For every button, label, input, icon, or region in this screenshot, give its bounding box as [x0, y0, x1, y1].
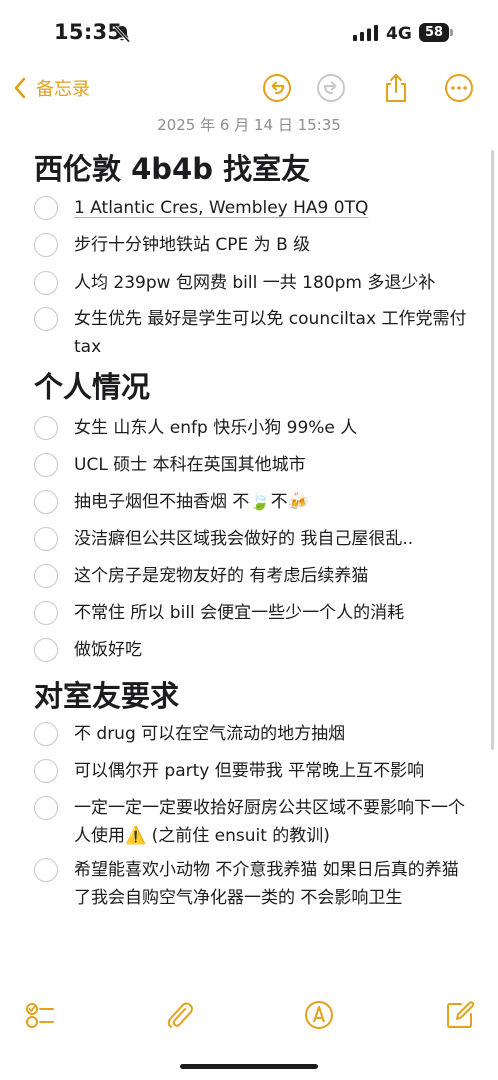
- chevron-left-icon: [14, 77, 26, 99]
- checkbox[interactable]: [34, 196, 58, 220]
- checkbox[interactable]: [34, 527, 58, 551]
- list-item-text[interactable]: 人均 239pw 包网费 bill 一共 180pm 多退少补: [74, 269, 474, 297]
- checkbox[interactable]: [34, 490, 58, 514]
- list-item-text[interactable]: 女生优先 最好是学生可以免 counciltax 工作党需付 tax: [74, 305, 474, 361]
- checkbox[interactable]: [34, 796, 58, 820]
- network-type: 4G: [386, 24, 412, 44]
- more-icon[interactable]: [443, 72, 475, 104]
- bell-slash-icon: [113, 25, 131, 43]
- list-item-text[interactable]: 不 drug 可以在空气流动的地方抽烟: [74, 720, 474, 748]
- nav-bar: 备忘录: [0, 68, 498, 110]
- list-item-text[interactable]: 希望能喜欢小动物 不介意我养猫 如果日后真的养猫了我会自购空气净化器一类的 不会…: [74, 856, 474, 912]
- status-bar: 15:35 4G 58: [0, 0, 498, 68]
- battery-level: 58: [419, 23, 449, 42]
- list-item-text[interactable]: 抽电子烟但不抽香烟 不🍃不🍻: [74, 488, 474, 516]
- signal-icon: [353, 25, 378, 41]
- list-item-text[interactable]: 做饭好吃: [74, 636, 474, 664]
- checkbox[interactable]: [34, 759, 58, 783]
- checkbox[interactable]: [34, 722, 58, 746]
- bottom-toolbar: [0, 995, 498, 1035]
- list-item-text[interactable]: 这个房子是宠物友好的 有考虑后续养猫: [74, 562, 474, 590]
- checkbox[interactable]: [34, 307, 58, 331]
- list-item-text[interactable]: 不常住 所以 bill 会便宜一些少一个人的消耗: [74, 599, 474, 627]
- markup-pen-icon[interactable]: [303, 999, 335, 1031]
- checkbox[interactable]: [34, 858, 58, 882]
- list-item-text[interactable]: 没洁癖但公共区域我会做好的 我自己屋很乱..: [74, 525, 474, 553]
- section-heading[interactable]: 个人情况: [34, 364, 150, 406]
- checkbox[interactable]: [34, 271, 58, 295]
- note-title[interactable]: 西伦敦 4b4b 找室友: [34, 146, 310, 188]
- battery-icon: 58: [419, 23, 453, 42]
- scrollbar[interactable]: [491, 150, 494, 750]
- checkbox[interactable]: [34, 638, 58, 662]
- checkbox[interactable]: [34, 453, 58, 477]
- checkbox[interactable]: [34, 601, 58, 625]
- undo-icon[interactable]: [261, 72, 293, 104]
- checkbox[interactable]: [34, 233, 58, 257]
- paperclip-icon[interactable]: [163, 999, 195, 1031]
- list-item-text[interactable]: 一定一定一定要收拾好厨房公共区域不要影响下一个人使用⚠️ (之前住 ensuit…: [74, 794, 474, 850]
- list-item-text[interactable]: 女生 山东人 enfp 快乐小狗 99%e 人: [74, 414, 474, 442]
- battery-tip: [450, 29, 453, 36]
- redo-icon[interactable]: [315, 72, 347, 104]
- share-icon[interactable]: [380, 72, 412, 104]
- list-item-text[interactable]: 可以偶尔开 party 但要带我 平常晚上互不影响: [74, 757, 474, 785]
- list-item-text[interactable]: 步行十分钟地铁站 CPE 为 B 级: [74, 231, 474, 259]
- note-date: 2025 年 6 月 14 日 15:35: [157, 116, 341, 134]
- back-label: 备忘录: [36, 79, 90, 100]
- list-item-text[interactable]: UCL 硕士 本科在英国其他城市: [74, 451, 474, 479]
- list-item-text[interactable]: 1 Atlantic Cres, Wembley HA9 0TQ: [74, 194, 474, 222]
- compose-icon[interactable]: [444, 999, 476, 1031]
- checkbox[interactable]: [34, 564, 58, 588]
- section-heading[interactable]: 对室友要求: [34, 673, 179, 715]
- back-button[interactable]: 备忘录: [12, 75, 90, 101]
- checkbox[interactable]: [34, 416, 58, 440]
- checklist-icon[interactable]: [24, 999, 56, 1031]
- home-indicator[interactable]: [180, 1064, 318, 1069]
